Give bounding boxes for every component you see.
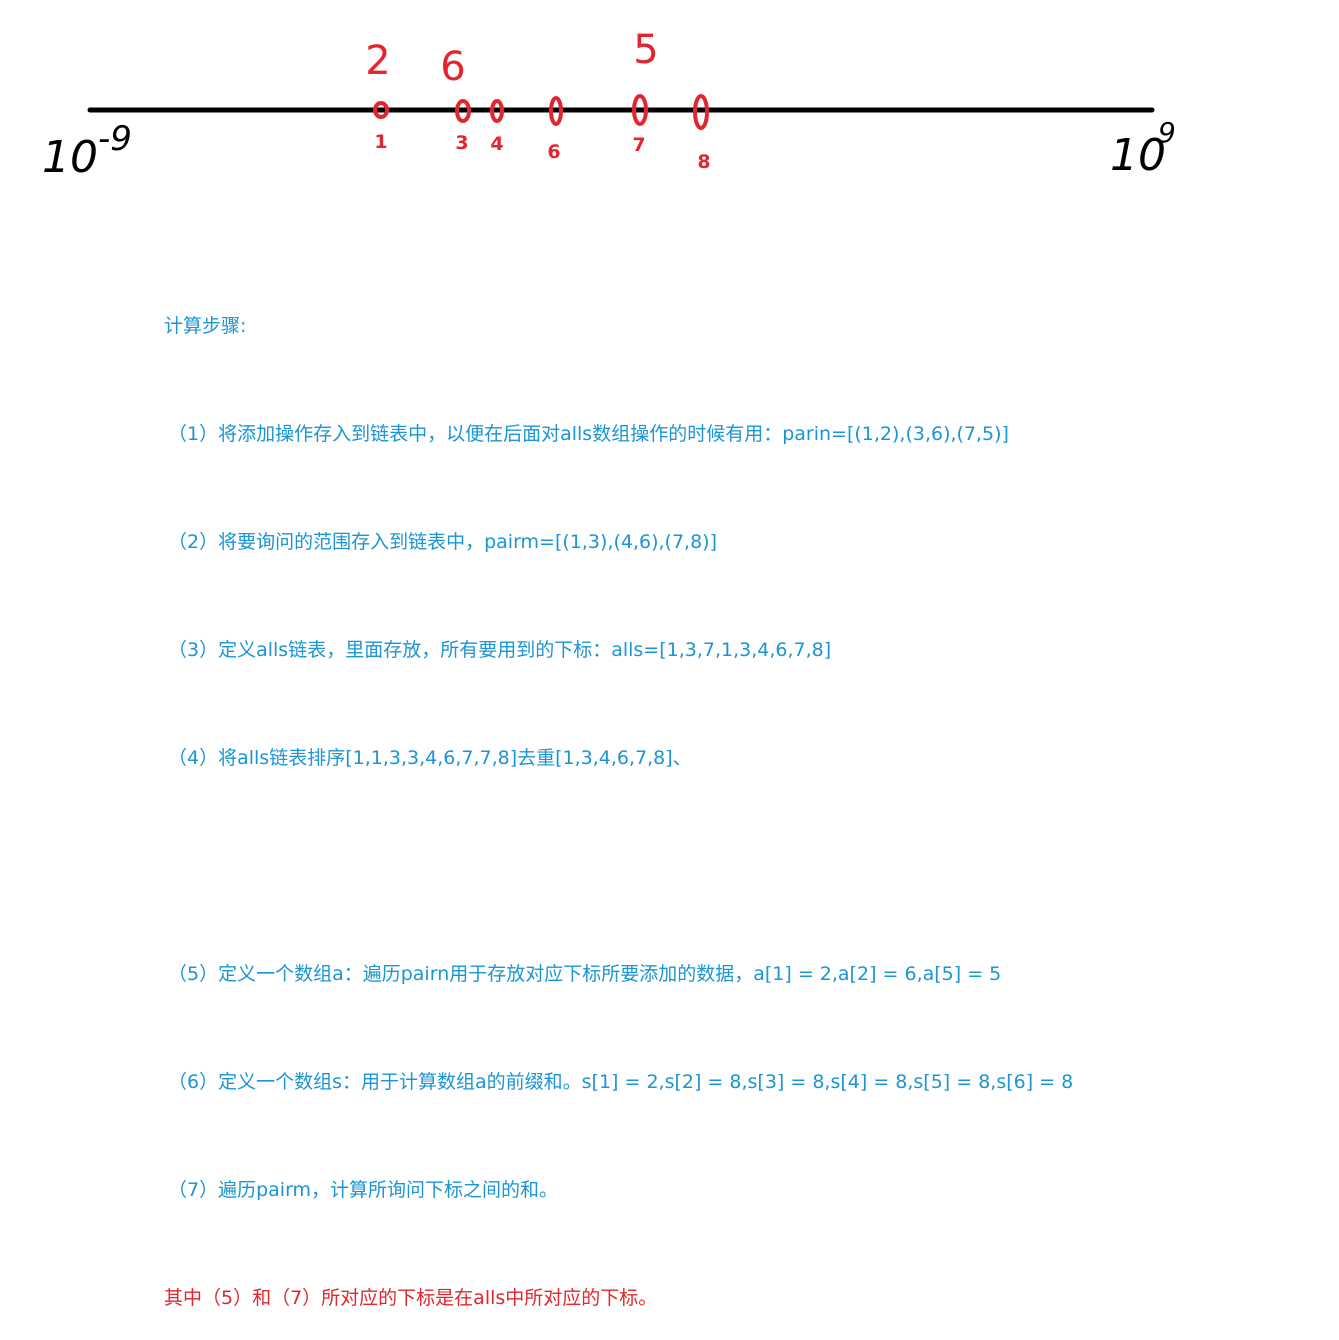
step-1: （1）将添加操作存入到链表中，以便在后面对alls数组操作的时候有用：parin… bbox=[168, 423, 1009, 445]
steps-title: 计算步骤: bbox=[164, 315, 247, 337]
left-label-exponent: -9 bbox=[98, 119, 132, 159]
point-index-4: 4 bbox=[490, 133, 503, 155]
step-6: （6）定义一个数组s：用于计算数组a的前缀和。s[1] = 2,s[2] = 8… bbox=[168, 1071, 1074, 1093]
point-index-1: 1 bbox=[374, 131, 387, 153]
step-2: （2）将要询问的范围存入到链表中，pairm=[(1,3),(4,6),(7,8… bbox=[168, 531, 718, 553]
point-value-7: 5 bbox=[633, 27, 658, 73]
left-label-base: 10 bbox=[42, 132, 98, 183]
point-index-6: 6 bbox=[547, 141, 560, 163]
step-5: （5）定义一个数组a：遍历pairn用于存放对应下标所要添加的数据，a[1] =… bbox=[168, 963, 1002, 985]
right-axis-label: 10 9 bbox=[1110, 116, 1176, 181]
point-value-3: 6 bbox=[440, 44, 465, 90]
step-3: （3）定义alls链表，里面存放，所有要用到的下标：alls=[1,3,7,1,… bbox=[168, 639, 832, 661]
number-line-diagram: 10 -9 10 9 1 3 4 6 7 8 2 6 5 bbox=[42, 27, 1176, 183]
steps-note: 其中（5）和（7）所对应的下标是在alls中所对应的下标。 bbox=[164, 1287, 658, 1309]
point-value-1: 2 bbox=[365, 38, 390, 84]
right-label-exponent: 9 bbox=[1158, 116, 1176, 149]
left-axis-label: 10 -9 bbox=[42, 119, 132, 183]
point-index-3: 3 bbox=[455, 132, 468, 154]
step-4: （4）将alls链表排序[1,1,3,3,4,6,7,7,8]去重[1,3,4,… bbox=[168, 747, 692, 769]
point-index-8: 8 bbox=[697, 151, 710, 173]
step-7: （7）遍历pairm，计算所询问下标之间的和。 bbox=[168, 1179, 559, 1201]
point-index-7: 7 bbox=[632, 134, 645, 156]
calculation-steps: 计算步骤: （1）将添加操作存入到链表中，以便在后面对alls数组操作的时候有用… bbox=[164, 236, 1073, 1340]
